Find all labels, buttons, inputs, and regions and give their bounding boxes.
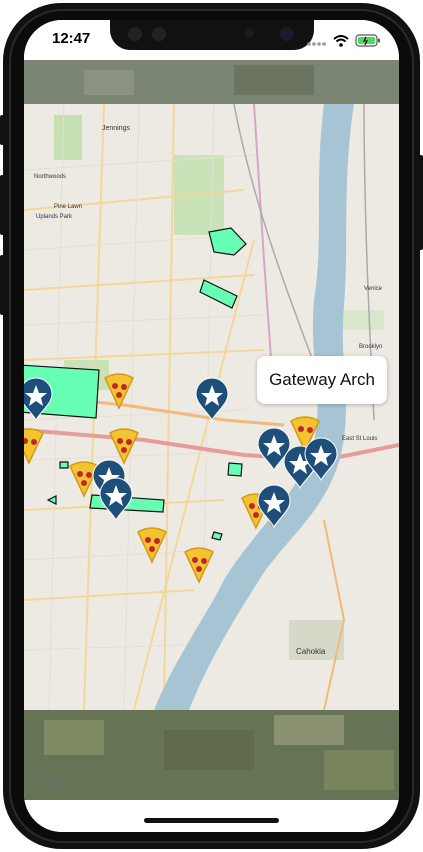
gateway-arch-callout[interactable]: Gateway Arch — [257, 356, 387, 404]
home-area — [24, 800, 399, 832]
park-polygon[interactable] — [227, 462, 243, 477]
label-northwoods: Northwoods — [34, 174, 66, 180]
mute-switch — [0, 115, 4, 145]
callout-title: Gateway Arch — [269, 370, 375, 389]
phone-screen: 12:47 Jennings Pine Lawn Northwoods Upla… — [24, 20, 399, 832]
status-time: 12:47 — [52, 30, 91, 47]
park-polygon[interactable] — [211, 531, 223, 541]
label-jennings: Jennings — [102, 125, 131, 132]
legal-link[interactable]: Legal — [35, 778, 59, 789]
label-pine-lawn: Pine Lawn — [54, 204, 82, 210]
label-cahokia: Cahokia — [296, 647, 326, 656]
park-polygon[interactable] — [59, 461, 69, 469]
label-east-st-louis: East St Louis — [342, 436, 377, 442]
label-venice: Venice — [364, 286, 383, 292]
status-bar: 12:47 — [24, 20, 399, 60]
volume-up-button — [0, 175, 4, 235]
label-brooklyn: Brooklyn — [359, 344, 382, 350]
battery-icon — [355, 34, 380, 47]
wifi-icon — [333, 34, 349, 47]
label-uplands-park: Uplands Park — [36, 214, 73, 220]
camera-notch — [110, 20, 314, 50]
home-indicator[interactable] — [144, 818, 279, 823]
map-view[interactable]: Jennings Pine Lawn Northwoods Uplands Pa… — [24, 60, 399, 800]
volume-down-button — [0, 255, 4, 315]
power-button — [419, 155, 423, 250]
signal-icon — [307, 41, 326, 46]
